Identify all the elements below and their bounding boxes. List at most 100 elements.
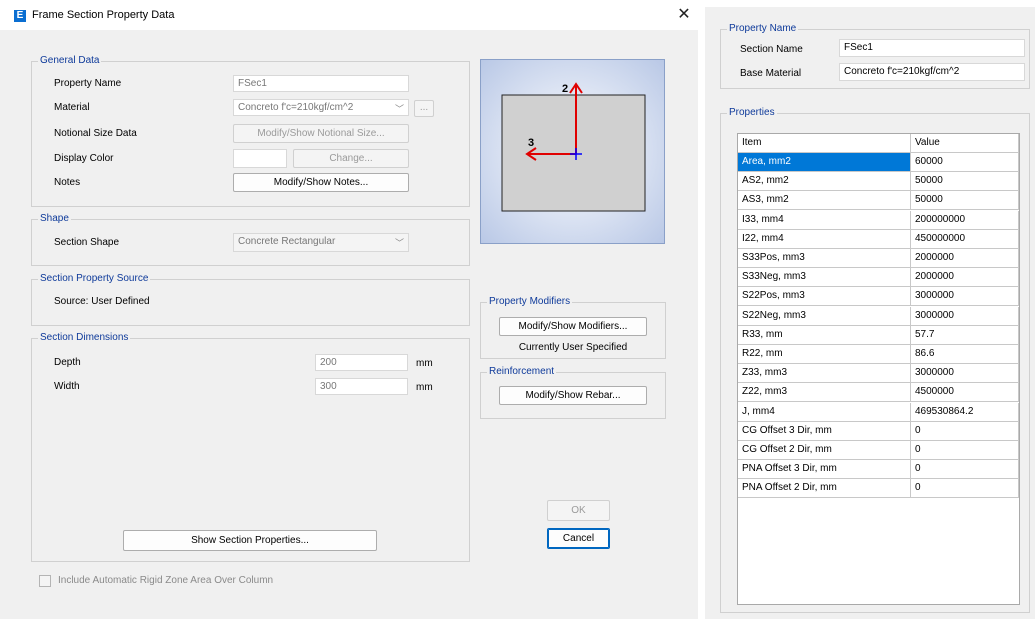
row-value: 3000000: [911, 287, 1019, 307]
row-item: I33, mm4: [738, 210, 911, 230]
dialog-title: Frame Section Property Data: [32, 9, 175, 21]
section-shape-select[interactable]: Concrete Rectangular ﹀: [233, 233, 409, 252]
material-select[interactable]: Concreto f'c=210kgf/cm^2 ﹀: [233, 99, 409, 116]
ok-button[interactable]: OK: [547, 500, 610, 521]
close-icon[interactable]: ✕: [674, 6, 694, 26]
row-value: 2000000: [911, 268, 1019, 288]
material-value: Concreto f'c=210kgf/cm^2: [238, 102, 354, 113]
table-row[interactable]: R22, mm 86.6: [738, 345, 1019, 364]
row-item: AS3, mm2: [738, 191, 911, 211]
table-row[interactable]: S33Neg, mm3 2000000: [738, 268, 1019, 288]
row-item: S33Pos, mm3: [738, 249, 911, 268]
table-row[interactable]: J, mm4 469530864.2: [738, 402, 1019, 422]
row-item: J, mm4: [738, 402, 911, 422]
chevron-down-icon: ﹀: [394, 104, 404, 114]
width-input[interactable]: 300: [315, 378, 408, 395]
table-row[interactable]: AS2, mm2 50000: [738, 172, 1019, 192]
row-item: PNA Offset 3 Dir, mm: [738, 460, 911, 480]
row-value: 200000000: [911, 210, 1019, 230]
row-item: S33Neg, mm3: [738, 268, 911, 288]
width-label: Width: [54, 381, 80, 392]
row-value: 4500000: [911, 383, 1019, 403]
row-value: 50000: [911, 172, 1019, 192]
cancel-button[interactable]: Cancel: [547, 528, 610, 549]
notional-size-button[interactable]: Modify/Show Notional Size...: [233, 124, 409, 143]
row-item: PNA Offset 2 Dir, mm: [738, 479, 911, 499]
row-value: 50000: [911, 191, 1019, 211]
properties-table[interactable]: Item Value Area, mm2 60000 AS2, mm2 50000 AS…: [737, 133, 1020, 605]
column-header-value[interactable]: Value: [911, 134, 1019, 153]
section-dimensions-legend: Section Dimensions: [38, 332, 131, 343]
table-header: Item Value: [738, 134, 1019, 153]
chevron-down-icon: ﹀: [394, 238, 404, 248]
axis-3-label: 3: [528, 137, 534, 149]
depth-unit: mm: [416, 358, 433, 369]
table-row[interactable]: S33Pos, mm3 2000000: [738, 249, 1019, 268]
table-row[interactable]: CG Offset 3 Dir, mm 0: [738, 421, 1019, 441]
table-row[interactable]: Area, mm2 60000: [738, 153, 1019, 172]
material-label: Material: [54, 102, 90, 113]
row-value: 3000000: [911, 306, 1019, 326]
row-item: S22Neg, mm3: [738, 306, 911, 326]
table-row[interactable]: CG Offset 2 Dir, mm 0: [738, 441, 1019, 460]
section-preview: 2 3: [480, 59, 665, 244]
section-name-label: Section Name: [740, 44, 803, 55]
base-material-field: Concreto f'c=210kgf/cm^2: [839, 63, 1025, 81]
change-color-button[interactable]: Change...: [293, 149, 409, 168]
table-row[interactable]: I33, mm4 200000000: [738, 210, 1019, 230]
rigid-zone-checkbox[interactable]: [39, 575, 51, 587]
property-source-text: Source: User Defined: [54, 296, 150, 307]
display-color-swatch: [233, 149, 287, 168]
table-row[interactable]: S22Neg, mm3 3000000: [738, 306, 1019, 326]
notional-size-label: Notional Size Data: [54, 128, 137, 139]
properties-legend: Properties: [727, 107, 777, 118]
row-value: 86.6: [911, 345, 1019, 364]
column-header-item[interactable]: Item: [738, 134, 911, 153]
reinforcement-legend: Reinforcement: [487, 366, 557, 377]
notes-label: Notes: [54, 177, 81, 188]
row-value: 0: [911, 421, 1019, 441]
width-unit: mm: [416, 382, 433, 393]
property-modifiers-legend: Property Modifiers: [487, 296, 573, 307]
table-row[interactable]: Z33, mm3 3000000: [738, 364, 1019, 384]
row-value: 0: [911, 479, 1019, 499]
row-item: Z33, mm3: [738, 364, 911, 384]
row-value: 3000000: [911, 364, 1019, 384]
table-row[interactable]: Z22, mm3 4500000: [738, 383, 1019, 403]
general-data-legend: General Data: [38, 55, 102, 66]
etabs-app-icon: E: [14, 10, 26, 22]
rigid-zone-label: Include Automatic Rigid Zone Area Over C…: [58, 575, 274, 586]
row-item: AS2, mm2: [738, 172, 911, 192]
row-value: 0: [911, 441, 1019, 460]
table-row[interactable]: I22, mm4 450000000: [738, 229, 1019, 249]
shape-legend: Shape: [38, 213, 71, 224]
table-row[interactable]: S22Pos, mm3 3000000: [738, 287, 1019, 307]
table-row[interactable]: R33, mm 57.7: [738, 325, 1019, 345]
table-row[interactable]: PNA Offset 2 Dir, mm 0: [738, 479, 1019, 499]
row-item: CG Offset 2 Dir, mm: [738, 441, 911, 460]
row-item: R22, mm: [738, 345, 911, 364]
modifiers-status: Currently User Specified: [518, 342, 628, 353]
notes-button[interactable]: Modify/Show Notes...: [233, 173, 409, 192]
table-row[interactable]: PNA Offset 3 Dir, mm 0: [738, 460, 1019, 480]
depth-input[interactable]: 200: [315, 354, 408, 371]
table-row[interactable]: AS3, mm2 50000: [738, 191, 1019, 211]
depth-label: Depth: [54, 357, 81, 368]
show-section-properties-button[interactable]: Show Section Properties...: [123, 530, 377, 551]
property-name-label: Property Name: [54, 78, 122, 89]
property-name-input[interactable]: FSec1: [233, 75, 409, 92]
row-value: 60000: [911, 153, 1019, 172]
section-shape-label: Section Shape: [54, 237, 120, 248]
row-item: CG Offset 3 Dir, mm: [738, 421, 911, 441]
section-preview-drawing: 2 3: [501, 82, 646, 212]
modifiers-button[interactable]: Modify/Show Modifiers...: [499, 317, 647, 336]
row-value: 57.7: [911, 325, 1019, 345]
section-name-field: FSec1: [839, 39, 1025, 57]
title-bar: E Frame Section Property Data ✕: [0, 0, 698, 30]
rebar-button[interactable]: Modify/Show Rebar...: [499, 386, 647, 405]
axis-2-label: 2: [562, 83, 568, 95]
row-value: 2000000: [911, 249, 1019, 268]
material-more-button[interactable]: ...: [414, 100, 434, 117]
property-source-legend: Section Property Source: [38, 273, 151, 284]
property-name-legend: Property Name: [727, 23, 799, 34]
